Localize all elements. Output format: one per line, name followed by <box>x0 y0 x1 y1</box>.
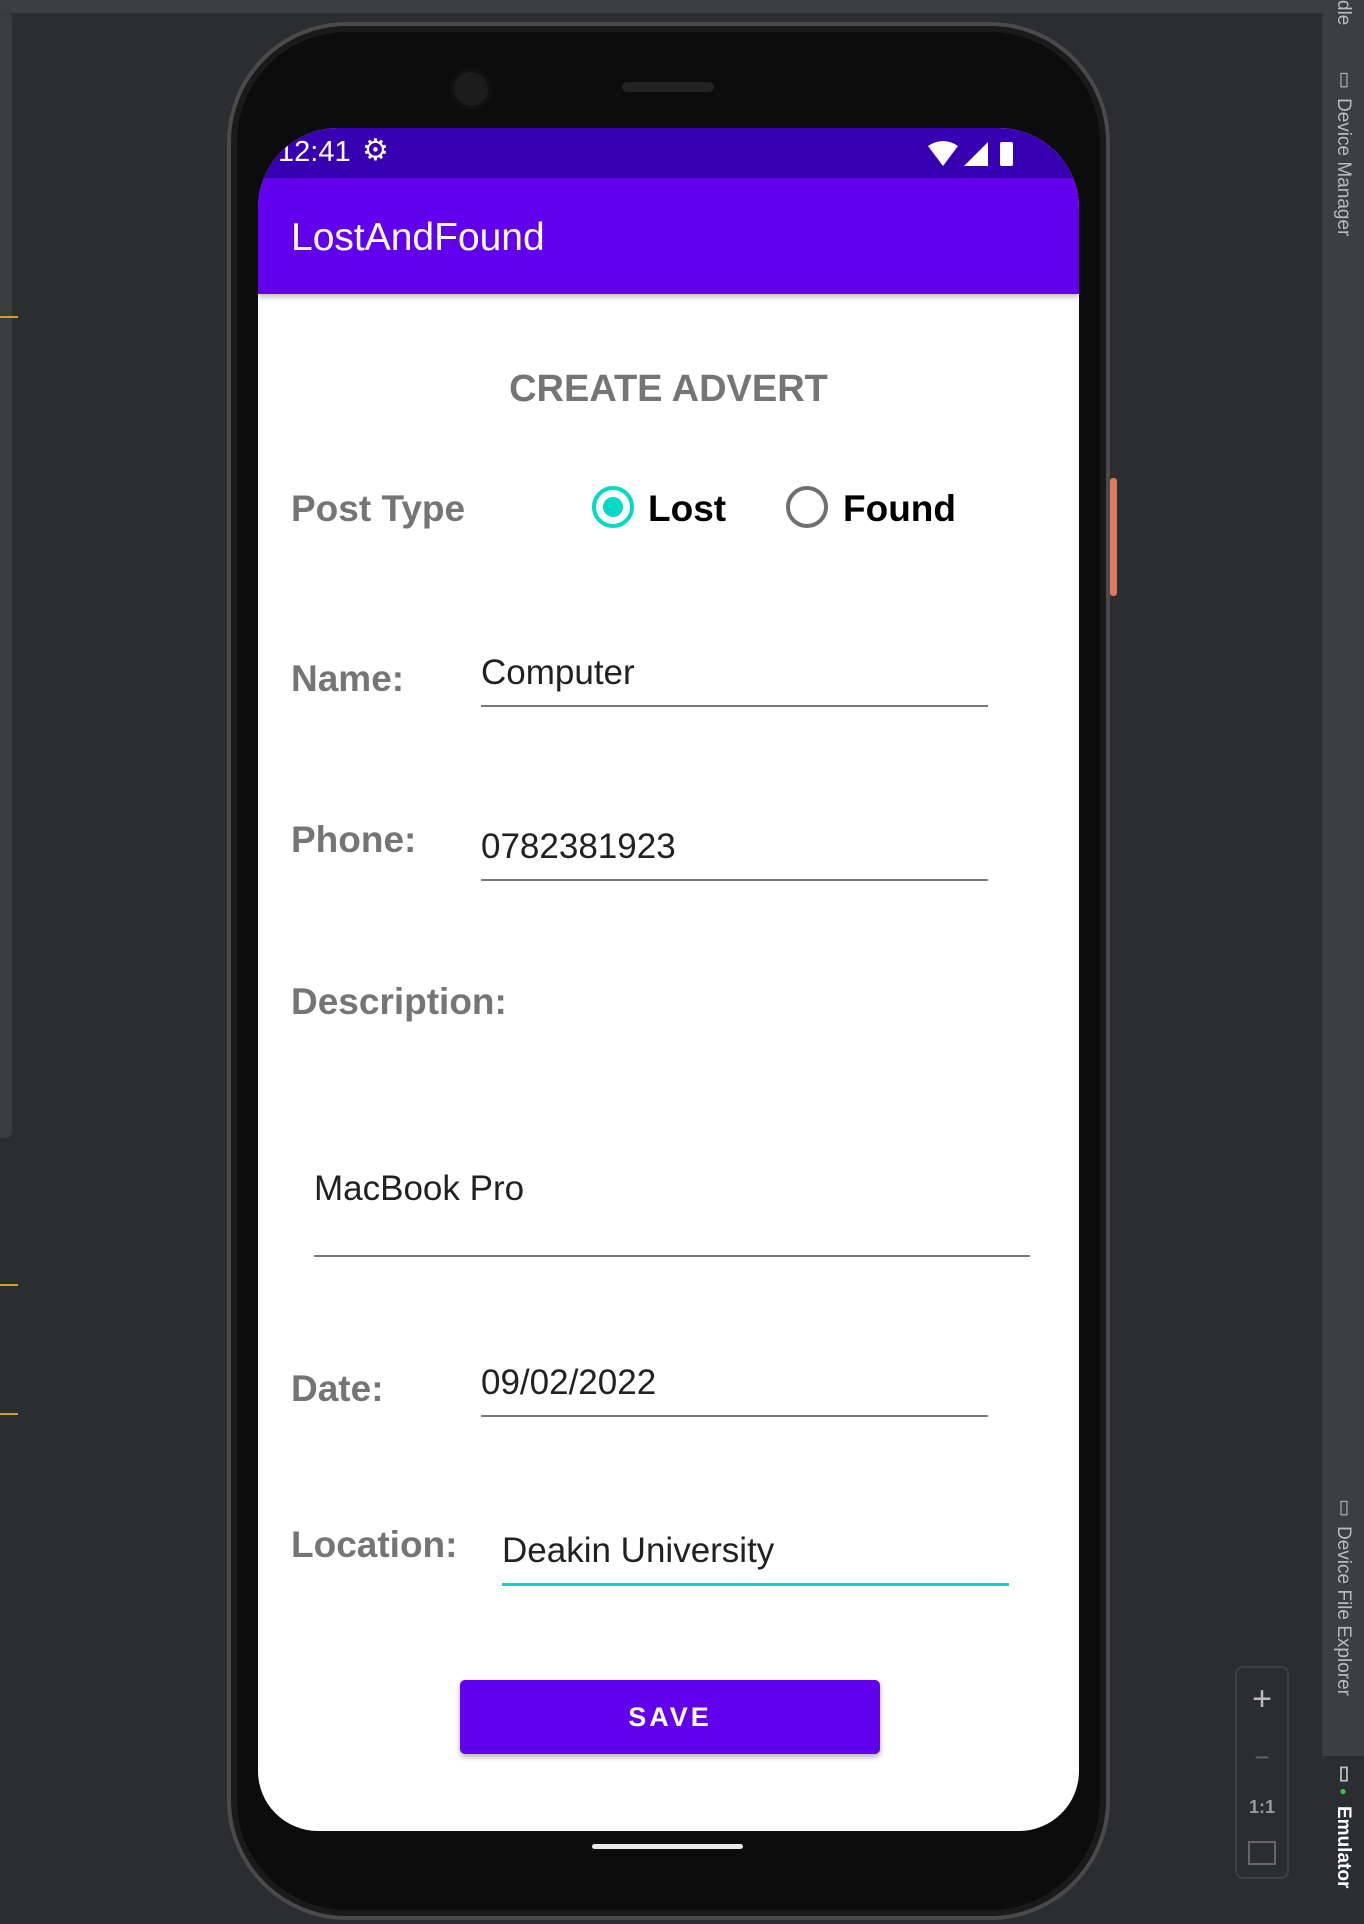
phone-value: 0782381923 <box>481 827 676 866</box>
fit-screen-button[interactable] <box>1248 1841 1276 1866</box>
radio-lost-label[interactable]: Lost <box>648 488 726 530</box>
zoom-in-button[interactable]: + <box>1252 1680 1272 1719</box>
home-gesture-handle[interactable] <box>592 1844 743 1849</box>
ide-top-strip <box>0 0 1322 13</box>
location-label: Location: <box>291 1524 458 1565</box>
device-manager-icon: ▯ <box>1333 68 1354 90</box>
phone-screen: 12:41 ⚙ LostAndFound CREATE ADVERT Post … <box>258 128 1079 1831</box>
emulator-icon: ▯● <box>1333 1762 1354 1798</box>
date-value: 09/02/2022 <box>481 1363 657 1402</box>
tab-device-manager[interactable]: ▯ Device Manager <box>1322 62 1364 272</box>
power-button[interactable] <box>1110 478 1117 596</box>
date-label: Date: <box>291 1368 384 1409</box>
marker <box>0 1284 18 1286</box>
status-time: 12:41 <box>278 136 351 168</box>
actual-size-button[interactable]: 1:1 <box>1249 1797 1275 1818</box>
tab-label: Device Manager <box>1333 98 1354 237</box>
tab-emulator[interactable]: ▯● Emulator <box>1322 1756 1364 1924</box>
location-value: Deakin University <box>502 1531 775 1570</box>
page-heading: CREATE ADVERT <box>509 368 828 410</box>
left-panel-scrollbar[interactable] <box>0 13 12 1138</box>
tab-label: Device File Explorer <box>1333 1526 1354 1696</box>
name-value: Computer <box>481 653 635 692</box>
phone-icon: ▯ <box>1333 1496 1354 1518</box>
description-value: MacBook Pro <box>314 1169 525 1208</box>
save-button[interactable]: SAVE <box>460 1680 880 1754</box>
input-underline-focused <box>502 1583 1009 1586</box>
name-input[interactable]: Computer <box>481 653 988 707</box>
input-underline <box>481 705 988 707</box>
name-label: Name: <box>291 658 405 699</box>
wifi-signal-battery-icons <box>928 141 1013 166</box>
description-input[interactable]: MacBook Pro <box>314 1169 1030 1257</box>
app-title: LostAndFound <box>291 216 545 259</box>
radio-found[interactable] <box>786 486 828 528</box>
tab-partial[interactable]: dle <box>1322 0 1364 30</box>
date-input[interactable]: 09/02/2022 <box>481 1363 988 1417</box>
radio-lost[interactable] <box>592 486 634 528</box>
app-bar: LostAndFound <box>258 178 1079 294</box>
input-underline <box>481 1415 988 1417</box>
marker <box>0 316 18 318</box>
description-label: Description: <box>291 981 507 1022</box>
input-underline <box>481 879 988 881</box>
zoom-controls: + − 1:1 <box>1235 1666 1289 1879</box>
post-type-label: Post Type <box>291 488 466 529</box>
ide-right-sidebar: dle ▯ Device Manager ▯ Device File Explore… <box>1322 0 1364 1924</box>
tab-label: Emulator <box>1333 1806 1354 1889</box>
location-input[interactable]: Deakin University <box>502 1531 1009 1586</box>
input-underline <box>314 1255 1030 1257</box>
zoom-out-button[interactable]: − <box>1254 1742 1269 1773</box>
radio-found-label[interactable]: Found <box>843 488 956 530</box>
settings-icon: ⚙ <box>362 134 389 167</box>
marker <box>0 1413 18 1415</box>
speaker-grille <box>622 82 714 92</box>
tab-label: dle <box>1333 0 1354 26</box>
tab-device-file-explorer[interactable]: ▯ Device File Explorer <box>1322 1490 1364 1740</box>
camera-icon <box>450 68 492 110</box>
status-bar: 12:41 ⚙ <box>258 128 1079 178</box>
phone-label: Phone: <box>291 819 417 860</box>
phone-input[interactable]: 0782381923 <box>481 827 988 881</box>
